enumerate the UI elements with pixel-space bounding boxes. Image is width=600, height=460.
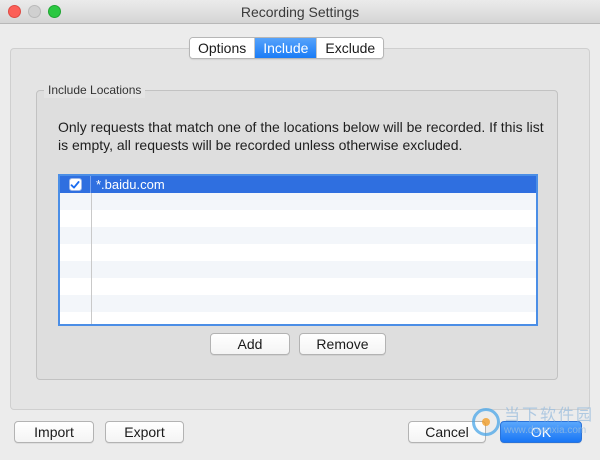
table-row-empty (60, 227, 536, 244)
tab-exclude[interactable]: Exclude (317, 38, 384, 58)
export-button[interactable]: Export (105, 421, 184, 443)
title-bar: Recording Settings (0, 0, 600, 24)
table-row-empty (60, 244, 536, 261)
watermark: 当下软件园 www.downxia.com (471, 407, 594, 436)
remove-button[interactable]: Remove (299, 333, 386, 355)
table-row-empty (60, 193, 536, 210)
add-button[interactable]: Add (210, 333, 290, 355)
enabled-checkbox[interactable] (68, 178, 82, 191)
group-title: Include Locations (44, 82, 146, 98)
locations-table[interactable]: *.baidu.com (58, 174, 538, 326)
table-row-empty (60, 210, 536, 227)
tab-bar: Options Include Exclude (189, 37, 385, 59)
table-row-empty (60, 295, 536, 312)
enabled-cell[interactable] (60, 176, 91, 193)
table-row[interactable]: *.baidu.com (60, 176, 536, 193)
window-title: Recording Settings (240, 4, 360, 20)
checkmark-icon (70, 180, 80, 188)
watermark-logo-icon (471, 407, 500, 436)
tab-options[interactable]: Options (190, 38, 256, 58)
import-button[interactable]: Import (14, 421, 94, 443)
location-cell[interactable]: *.baidu.com (91, 176, 536, 193)
include-description: Only requests that match one of the loca… (58, 119, 544, 153)
tab-include[interactable]: Include (255, 38, 318, 58)
table-row-empty (60, 261, 536, 278)
column-divider (91, 193, 92, 324)
table-row-empty (60, 312, 536, 324)
table-row-empty (60, 278, 536, 295)
watermark-text: 当下软件园 (503, 407, 594, 424)
watermark-url: www.downxia.com (503, 425, 587, 436)
